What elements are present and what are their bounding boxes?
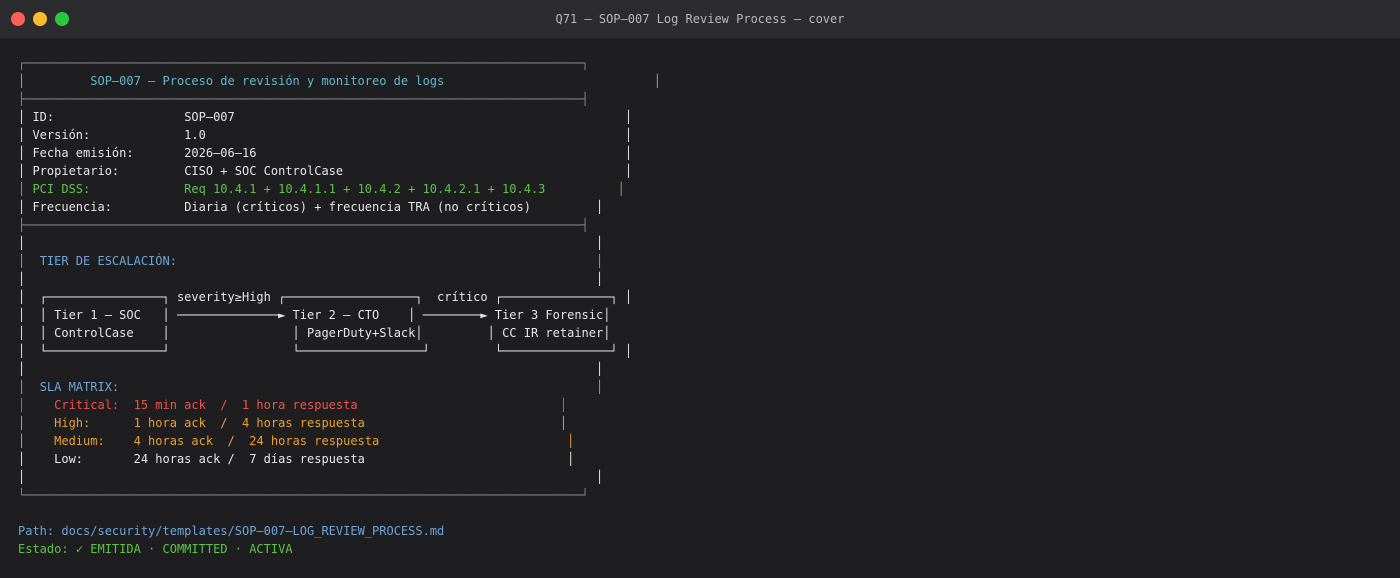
arrow-label-critico: crítico xyxy=(437,290,488,304)
header-divider: ├───────────────────────────────────────… xyxy=(18,92,589,106)
meta-label: Versión: xyxy=(32,128,91,142)
window-title: Q71 — SOP–007 Log Review Process — cover xyxy=(555,12,845,26)
sla-level: High: xyxy=(54,416,91,430)
path-label: Path: xyxy=(18,524,55,538)
meta-value: CISO + SOC ControlCase xyxy=(184,164,344,178)
sla-level: Medium: xyxy=(54,434,105,448)
sla-heading-row: │ SLA MATRIX: │ xyxy=(18,380,604,394)
arrow-label-severity: severity≥High xyxy=(176,290,271,304)
sla-response: 4 horas respuesta xyxy=(241,416,365,430)
sla-ack: 15 min ack xyxy=(133,398,206,412)
sla-ack: 4 horas ack xyxy=(133,434,214,448)
terminal-window: Q71 — SOP–007 Log Review Process — cover… xyxy=(0,0,1400,578)
path-line: Path: docs/security/templates/SOP–007–LO… xyxy=(18,522,661,540)
blank-row: │ │ xyxy=(18,236,604,250)
escalation-heading-row: │ TIER DE ESCALACIÓN: │ xyxy=(18,254,604,268)
meta-row-version: │ Versión: 1.0 │ xyxy=(18,128,633,142)
sla-row-medium: │ Medium: 4 horas ack / 24 horas respues… xyxy=(18,434,575,448)
tier-line1-row: │ │ Tier 1 – SOC │ ──────────────► Tier … xyxy=(18,308,611,322)
meta-label: Propietario: xyxy=(32,164,120,178)
sla-level: Low: xyxy=(54,452,84,466)
path-value: docs/security/templates/SOP–007–LOG_REVI… xyxy=(61,524,445,538)
sla-heading: SLA MATRIX: xyxy=(39,380,120,394)
meta-row-pci: │ PCI DSS: Req 10.4.1 + 10.4.1.1 + 10.4.… xyxy=(18,182,625,196)
box-bottom-border: └───────────────────────────────────────… xyxy=(18,488,589,502)
sla-ack: 24 horas ack xyxy=(133,452,221,466)
tier-3-name: Tier 3 Forensic xyxy=(494,308,604,322)
box-top-border: ┌───────────────────────────────────────… xyxy=(18,56,589,70)
meta-label: Fecha emisión: xyxy=(32,146,134,160)
sla-level: Critical: xyxy=(54,398,120,412)
meta-row-date: │ Fecha emisión: 2026–06–16 │ xyxy=(18,146,633,160)
terminal-output: ┌───────────────────────────────────────… xyxy=(18,54,661,558)
title-bar: Q71 — SOP–007 Log Review Process — cover xyxy=(0,0,1400,39)
tier-line2-row: │ │ ControlCase │ │ PagerDuty+Slack│ │ C… xyxy=(18,326,611,340)
sla-response: 1 hora respuesta xyxy=(241,398,358,412)
meta-label: ID: xyxy=(32,110,55,124)
sla-row-critical: │ Critical: 15 min ack / 1 hora respuest… xyxy=(18,398,568,412)
meta-row-owner: │ Propietario: CISO + SOC ControlCase │ xyxy=(18,164,633,178)
sla-row-low: │ Low: 24 horas ack / 7 días respuesta │ xyxy=(18,452,575,466)
meta-value: 1.0 xyxy=(184,128,206,142)
sla-row-high: │ High: 1 hora ack / 4 horas respuesta │ xyxy=(18,416,568,430)
escalation-heading: TIER DE ESCALACIÓN: xyxy=(39,254,177,268)
tier-3-detail: CC IR retainer xyxy=(502,326,604,340)
tier-1-detail: ControlCase xyxy=(54,326,134,340)
meta-value: SOP–007 xyxy=(184,110,235,124)
document-title: SOP–007 — Proceso de revisión y monitore… xyxy=(90,74,445,88)
blank-row: │ │ xyxy=(18,470,604,484)
tier-2-name: Tier 2 – CTO xyxy=(292,308,380,322)
status-line: Estado: ✓ EMITIDA · COMMITTED · ACTIVA xyxy=(18,540,661,558)
blank-row: │ │ xyxy=(18,362,604,376)
meta-value: 2026–06–16 xyxy=(184,146,257,160)
header-row: │ SOP–007 — Proceso de revisión y monito… xyxy=(18,74,662,88)
sla-response: 7 días respuesta xyxy=(249,452,365,466)
meta-row-id: │ ID: SOP–007 │ xyxy=(18,110,633,124)
status-value: ✓ EMITIDA · COMMITTED · ACTIVA xyxy=(75,542,293,556)
meta-value: Req 10.4.1 + 10.4.1.1 + 10.4.2 + 10.4.2.… xyxy=(184,182,546,196)
tier-box-top-row: │ ┌────────────────┐ severity≥High ┌────… xyxy=(18,290,633,304)
tier-1-name: Tier 1 – SOC xyxy=(54,308,141,322)
meta-row-frequency: │ Frecuencia: Diaria (críticos) + frecue… xyxy=(18,200,604,214)
tier-2-detail: PagerDuty+Slack xyxy=(307,326,416,340)
status-label: Estado: xyxy=(18,542,69,556)
sla-response: 24 horas respuesta xyxy=(249,434,380,448)
sla-ack: 1 hora ack xyxy=(133,416,206,430)
tier-box-bottom-row: │ └────────────────┘ └─────────────────┘… xyxy=(18,344,633,358)
meta-label: Frecuencia: xyxy=(32,200,112,214)
meta-value: Diaria (críticos) + frecuencia TRA (no c… xyxy=(184,200,531,214)
meta-label: PCI DSS: xyxy=(32,182,91,196)
blank-row: │ │ xyxy=(18,272,604,286)
meta-divider: ├───────────────────────────────────────… xyxy=(18,218,589,232)
